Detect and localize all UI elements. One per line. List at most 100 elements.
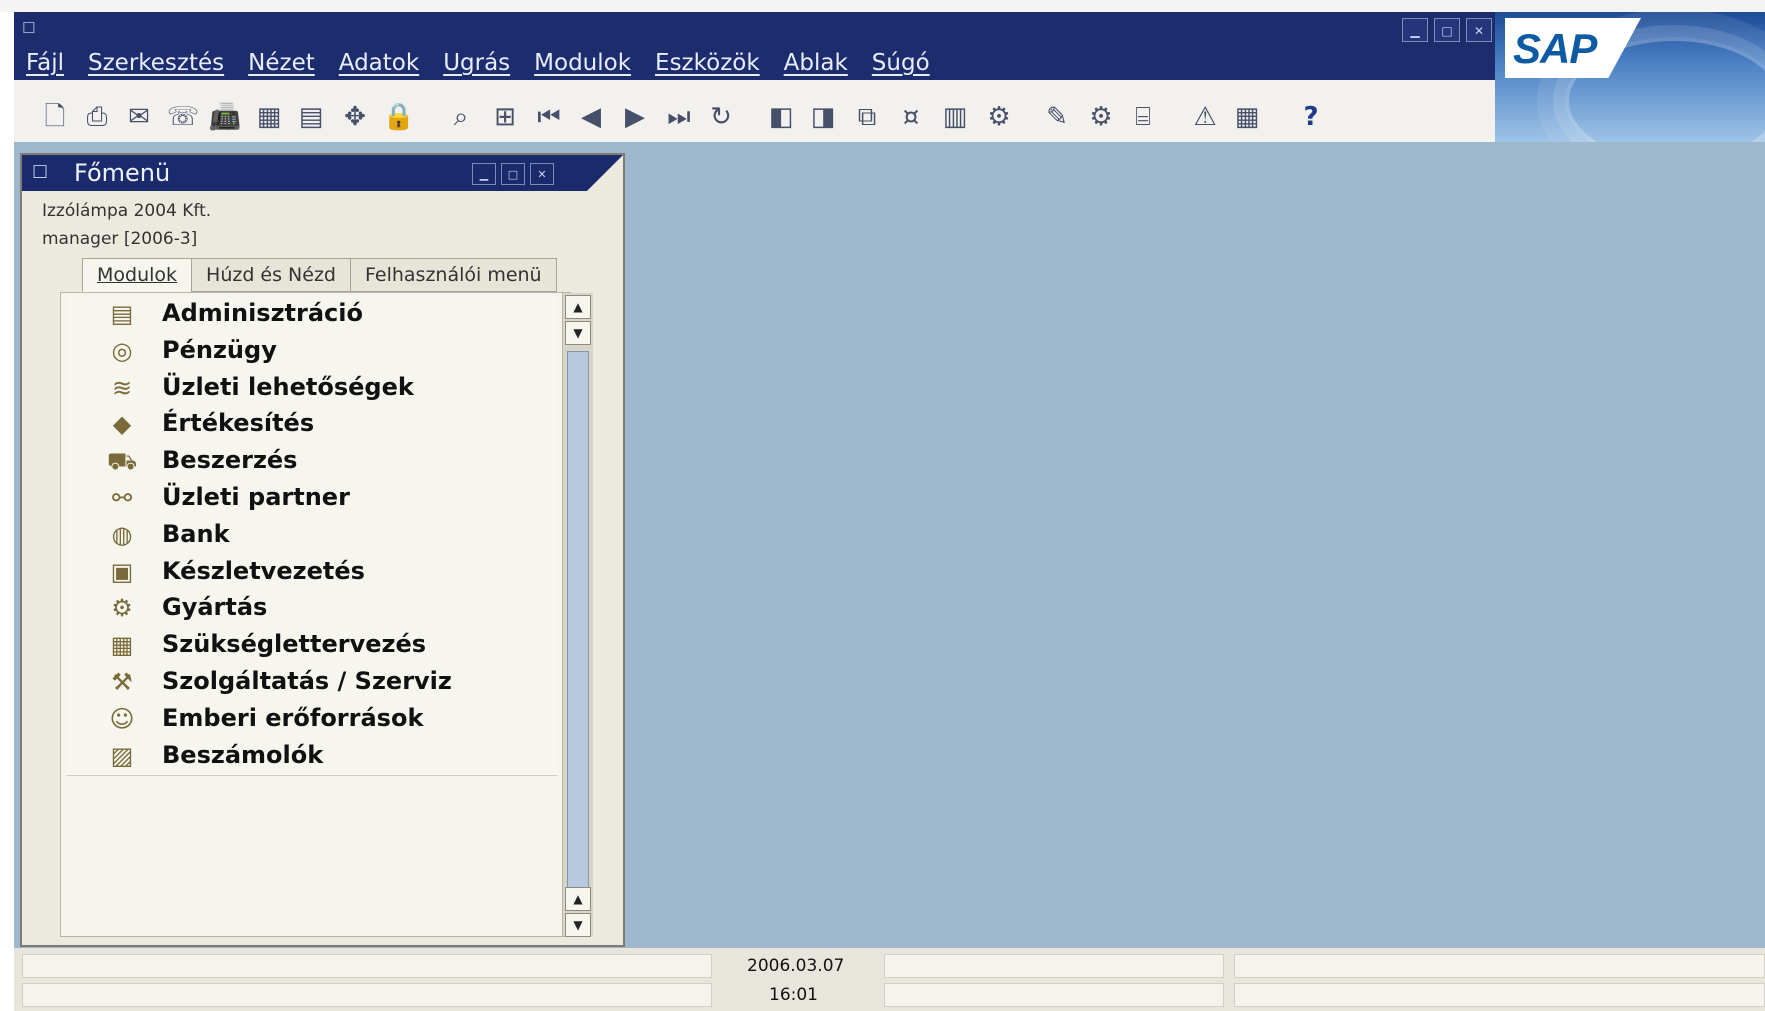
scroll-down-button[interactable]: ▼	[565, 321, 591, 345]
main-menu-title-bar[interactable]: ☐ Főmenü ▁ □ ✕	[22, 155, 623, 191]
menu-item-0[interactable]: Fájl	[14, 50, 76, 76]
module-item[interactable]: ◍ Bank	[67, 515, 557, 555]
scroll-thumb[interactable]	[567, 351, 589, 891]
module-label: Gyártás	[162, 593, 268, 622]
service-icon: ⚒	[111, 668, 133, 696]
main-menu-title: Főmenü	[74, 159, 171, 187]
module-label: Beszámolók	[162, 740, 324, 769]
workspace: ☐ Főmenü ▁ □ ✕ Izzólámpa 2004 Kft. manag…	[14, 142, 1765, 948]
sap-brand-area: SAP	[1495, 12, 1765, 142]
application-frame: ☐ ▁ □ ✕ Fájl Szerkesztés Nézet Adatok Ugrás M…	[14, 12, 1765, 1011]
module-label: Adminisztráció	[162, 299, 363, 327]
tab-1[interactable]: Húzd és Nézd	[191, 258, 351, 292]
status-message-field	[22, 983, 712, 1007]
tab-0[interactable]: Modulok	[82, 258, 193, 292]
minimize-icon[interactable]: ▁	[472, 163, 496, 185]
menu-item-2[interactable]: Nézet	[236, 50, 327, 76]
tab-2[interactable]: Felhasználói menü	[350, 258, 557, 292]
module-item[interactable]: ▦ Szükséglettervezés	[67, 626, 557, 666]
scroll-up-button[interactable]: ▲	[565, 887, 591, 911]
module-label: Bank	[162, 519, 230, 548]
purchasing-icon: ⛟	[107, 447, 138, 476]
copy-icon[interactable]: ⧉	[850, 100, 884, 134]
main-menu-tabs: Modulok Húzd és Nézd Felhasználói menü	[82, 258, 557, 292]
refresh-icon[interactable]: ↻	[704, 100, 738, 134]
print-preview-icon[interactable]: 🗋	[38, 100, 72, 134]
user-period: manager [2006-3]	[42, 229, 198, 249]
module-label: Üzleti lehetőségek	[162, 372, 414, 401]
close-icon[interactable]: ✕	[530, 163, 554, 185]
sales-icon: ◆	[112, 410, 132, 439]
report-icon[interactable]: ▥	[938, 100, 972, 134]
business-partner-icon: ⚯	[111, 484, 133, 512]
next-record-icon[interactable]: ▶	[618, 100, 652, 134]
screen-top-strip	[0, 0, 1765, 12]
menu-item-6[interactable]: Eszközök	[643, 50, 772, 76]
gear-icon[interactable]: ⚙	[1084, 100, 1118, 134]
main-menu-window-controls: ▁ □ ✕	[472, 163, 554, 185]
sms-icon[interactable]: ☏	[166, 100, 200, 134]
query-icon[interactable]: ⌸	[1126, 100, 1160, 134]
module-label: Üzleti partner	[162, 483, 350, 511]
module-item[interactable]: ▨ Beszámolók	[67, 736, 557, 776]
first-record-icon[interactable]: ⏮	[532, 100, 566, 134]
menu-item-5[interactable]: Modulok	[522, 50, 643, 76]
module-item[interactable]: ⚒ Szolgáltatás / Szerviz	[67, 663, 557, 702]
menu-item-4[interactable]: Ugrás	[431, 50, 522, 76]
find-icon[interactable]: ⌕	[444, 100, 478, 134]
opportunities-icon: ≋	[111, 373, 133, 402]
pencil-icon[interactable]: ✎	[1040, 100, 1074, 134]
module-item[interactable]: ⚙ Gyártás	[67, 589, 557, 629]
scroll-down-button[interactable]: ▼	[565, 913, 591, 937]
help-icon[interactable]: ?	[1294, 100, 1328, 134]
maximize-icon[interactable]: □	[501, 163, 525, 185]
lock-icon[interactable]: 🔒	[382, 100, 416, 134]
module-label: Emberi erőforrások	[162, 703, 424, 732]
status-field	[1234, 983, 1765, 1007]
base-document-icon[interactable]: ◧	[764, 100, 798, 134]
word-icon[interactable]: ▤	[294, 100, 328, 134]
status-date: 2006.03.07	[747, 956, 845, 976]
maximize-icon[interactable]: □	[1434, 18, 1460, 42]
company-name: Izzólámpa 2004 Kft.	[42, 201, 212, 221]
money-icon[interactable]: ¤	[894, 100, 928, 134]
excel-icon[interactable]: ▦	[252, 100, 286, 134]
last-record-icon[interactable]: ⏭	[662, 100, 696, 134]
menu-item-1[interactable]: Szerkesztés	[76, 50, 236, 76]
email-icon[interactable]: ✉	[122, 100, 156, 134]
module-label: Készletvezetés	[162, 556, 365, 585]
scroll-up-button[interactable]: ▲	[565, 295, 591, 319]
warning-icon[interactable]: ⚠	[1188, 100, 1222, 134]
print-icon[interactable]: ⎙	[80, 100, 114, 134]
settings-icon[interactable]: ⚙	[982, 100, 1016, 134]
sap-logo-text: SAP	[1513, 25, 1597, 72]
target-document-icon[interactable]: ◨	[806, 100, 840, 134]
sap-business-one-window: ☐ ▁ □ ✕ Fájl Szerkesztés Nézet Adatok Ugrás M…	[0, 0, 1765, 1011]
move-icon[interactable]: ✥	[338, 100, 372, 134]
calendar-icon[interactable]: ▦	[1230, 100, 1264, 134]
reports-icon: ▨	[110, 741, 134, 770]
add-icon[interactable]: ⊞	[488, 100, 522, 134]
module-item[interactable]: ⛟ Beszerzés	[67, 442, 557, 482]
menu-item-8[interactable]: Súgó	[860, 50, 942, 76]
menu-item-7[interactable]: Ablak	[772, 50, 860, 76]
menu-item-3[interactable]: Adatok	[327, 50, 431, 76]
main-menu-panel: ☐ Főmenü ▁ □ ✕ Izzólámpa 2004 Kft. manag…	[20, 153, 625, 947]
window-controls: ▁ □ ✕	[1402, 18, 1492, 42]
human-resources-icon: ☺	[109, 704, 135, 733]
module-item[interactable]: ▣ Készletvezetés	[67, 552, 557, 592]
module-item[interactable]: ◎ Pénzügy	[67, 331, 557, 371]
module-label: Pénzügy	[162, 335, 277, 364]
close-icon[interactable]: ✕	[1466, 18, 1492, 42]
module-item[interactable]: ⚯ Üzleti partner	[67, 479, 557, 518]
fax-icon[interactable]: 📠	[208, 100, 242, 134]
bank-icon: ◍	[111, 520, 133, 549]
minimize-icon[interactable]: ▁	[1402, 18, 1428, 42]
module-item[interactable]: ≋ Üzleti lehetőségek	[67, 368, 557, 408]
module-list-scrollbar[interactable]: ▲ ▼ ▲ ▼	[562, 293, 593, 937]
toolbar: 🗋 ⎙ ✉ ☏ 📠 ▦ ▤ ✥ 🔒 ⌕ ⊞ ⏮ ◀ ▶ ⏭ ↻ ◧ ◨ ⧉ ¤ ▥ ⚙ ✎ ⚙ ⌸ ⚠ ▦?	[14, 80, 1495, 144]
previous-record-icon[interactable]: ◀	[574, 100, 608, 134]
module-item[interactable]: ▤ Adminisztráció	[67, 295, 557, 334]
module-item[interactable]: ☺ Emberi erőforrások	[67, 699, 557, 739]
module-item[interactable]: ◆ Értékesítés	[67, 405, 557, 445]
